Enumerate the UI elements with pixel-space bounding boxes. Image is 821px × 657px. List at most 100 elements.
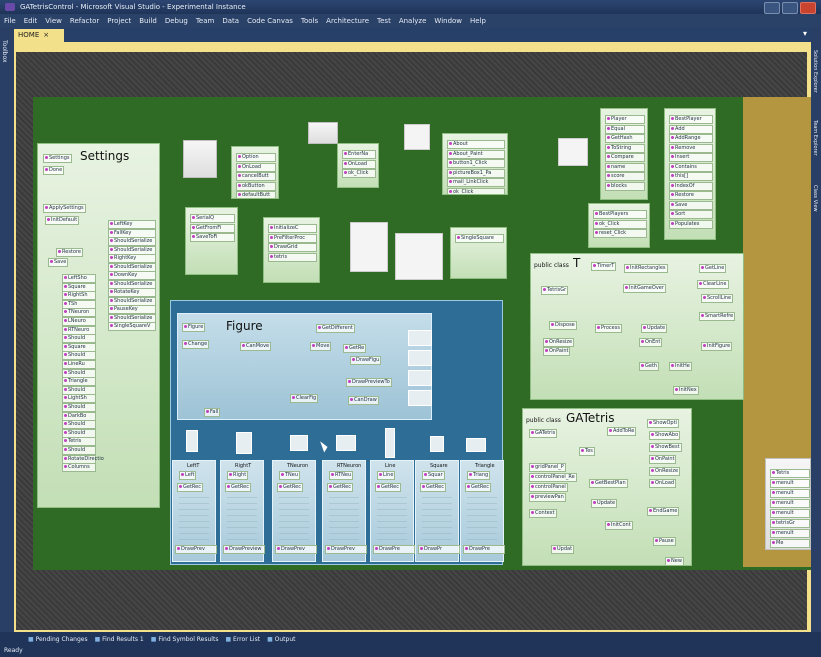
class-box-small[interactable]	[308, 122, 338, 144]
member-item[interactable]: SerialQ	[190, 214, 235, 223]
member-item[interactable]: Save	[48, 258, 69, 267]
member-item[interactable]: GetRec	[225, 483, 251, 492]
sub-figure-class-box[interactable]: RightT Right GetRec DrawPreview	[220, 460, 265, 562]
member-item[interactable]: ToString	[605, 143, 645, 153]
member-item[interactable]: name	[605, 162, 645, 172]
member-item[interactable]: OnLoad	[342, 159, 376, 169]
figure-mini-box[interactable]	[236, 432, 252, 454]
member-item[interactable]: InitFigure	[701, 342, 733, 351]
bottom-tab-output[interactable]: Output	[267, 636, 295, 643]
tab-dropdown-icon[interactable]: ▾	[803, 29, 807, 38]
member-item[interactable]: Triang	[467, 471, 491, 480]
member-item[interactable]: Compare	[605, 153, 645, 162]
member-item[interactable]: InitDefault	[45, 216, 80, 225]
member-item[interactable]: DrawPreview	[223, 545, 265, 554]
figure-mini-box[interactable]	[430, 436, 444, 452]
member-item[interactable]: previewPan	[529, 493, 566, 502]
member-item[interactable]: Tes	[579, 447, 595, 456]
member-item[interactable]: Add	[669, 124, 713, 134]
member-item[interactable]: Update	[641, 324, 668, 333]
member-item[interactable]: ok_Click	[342, 169, 376, 178]
solution-explorer-tab[interactable]: Solution Explorer	[812, 50, 818, 93]
member-item[interactable]: reset_Click	[593, 229, 647, 238]
member-item[interactable]: defaultButt	[236, 191, 276, 198]
menu-item-team[interactable]: Team	[196, 14, 215, 28]
member-item[interactable]: OnPaint	[649, 455, 677, 464]
member-item[interactable]: Figure	[182, 323, 206, 332]
member-item[interactable]: Pause	[653, 537, 676, 546]
member-item[interactable]: CanDraw	[348, 396, 379, 405]
member-item[interactable]: cancelButt	[236, 172, 276, 181]
menu-item-file[interactable]: File	[4, 14, 16, 28]
tetris-class-box[interactable]: public class T TimerT InitRectangles GetLi…	[530, 253, 744, 400]
menu-item-tools[interactable]: Tools	[301, 14, 318, 28]
bottom-tab-find-results-1[interactable]: Find Results 1	[95, 636, 144, 643]
member-item[interactable]: New	[665, 557, 684, 565]
close-button[interactable]	[800, 2, 816, 14]
member-item[interactable]: TetrisGr	[541, 286, 569, 295]
member-item[interactable]: ShowBest	[649, 443, 682, 452]
member-item[interactable]: SingleSquare	[455, 234, 504, 243]
member-item[interactable]: InitRectangles	[624, 264, 668, 273]
member-item[interactable]: Dispose	[549, 321, 577, 330]
member-item[interactable]: Squar	[422, 471, 445, 480]
member-item[interactable]: Context	[529, 509, 557, 518]
sub-figure-class-box[interactable]: Triangle Triang GetRec DrawPre	[460, 460, 505, 562]
member-item[interactable]: AddRange	[669, 134, 713, 143]
member-item[interactable]: GetBestPlan	[589, 479, 628, 488]
member-item[interactable]: EndGame	[647, 507, 680, 516]
member-item[interactable]: InitializeC	[268, 224, 317, 233]
member-item[interactable]: PreFilterProc	[268, 233, 317, 243]
member-item[interactable]: Fall	[204, 408, 221, 417]
member-item[interactable]: Columns	[62, 463, 96, 473]
player-class-box[interactable]: Player Equal GetHash ToString Compare name sco…	[600, 108, 648, 200]
member-item[interactable]: AddToRe	[607, 427, 637, 436]
member-item[interactable]: Tetris	[770, 469, 810, 478]
member-item[interactable]: menuIt	[770, 489, 810, 498]
bottom-tab-pending-changes[interactable]: Pending Changes	[28, 636, 88, 643]
menu-item-architecture[interactable]: Architecture	[326, 14, 369, 28]
member-item[interactable]: menuIt	[770, 509, 810, 518]
toolbox-tab[interactable]: Toolbox	[1, 40, 8, 63]
member-item[interactable]: RTNeu	[329, 471, 354, 480]
member-item[interactable]: Populates	[669, 219, 713, 229]
member-item[interactable]: ClearFig	[290, 394, 319, 403]
member-item[interactable]: GetDifferent	[316, 324, 355, 333]
menu-item-view[interactable]: View	[45, 14, 62, 28]
member-item[interactable]: InitCont	[605, 521, 633, 530]
member-item[interactable]: menuIt	[770, 479, 810, 488]
member-item[interactable]: DrawPrev	[175, 545, 217, 554]
member-item[interactable]: GetRec	[277, 483, 303, 492]
single-square-class-box[interactable]: SingleSquare	[450, 227, 507, 279]
member-item[interactable]: InitNex	[673, 386, 699, 395]
member-item[interactable]: Option	[236, 153, 276, 162]
member-item[interactable]: GetRe	[343, 344, 367, 353]
member-item[interactable]: OnLoad	[236, 162, 276, 172]
menu-item-project[interactable]: Project	[107, 14, 131, 28]
member-item[interactable]: pictureBox1_Pa	[447, 168, 505, 178]
menu-item-help[interactable]: Help	[470, 14, 486, 28]
menu-item-data[interactable]: Data	[222, 14, 239, 28]
menu-item-refactor[interactable]: Refactor	[70, 14, 99, 28]
member-item[interactable]: ClearLine	[697, 280, 729, 289]
figure-class-box[interactable]: Figure Figure Change CanMove Move GetDiffere…	[177, 313, 432, 420]
member-item[interactable]: Equal	[605, 124, 645, 134]
member-item[interactable]: ShowAbo	[649, 431, 681, 440]
member-item[interactable]: OnPaint	[543, 347, 571, 356]
options-class-box[interactable]: Option OnLoad cancelButt okButton defaultBut…	[231, 146, 279, 199]
member-item[interactable]: GetRec	[177, 483, 203, 492]
member-item[interactable]: SaveToFi	[190, 233, 235, 242]
member-item[interactable]: Remove	[669, 143, 713, 153]
menu-item-test[interactable]: Test	[377, 14, 391, 28]
minimize-button[interactable]	[764, 2, 780, 14]
member-item[interactable]: OnResize	[649, 467, 681, 476]
member-item[interactable]: ok_Click	[447, 187, 505, 194]
member-item[interactable]: Restore	[669, 191, 713, 200]
class-box-small[interactable]	[558, 138, 588, 166]
menu-item-analyze[interactable]: Analyze	[399, 14, 427, 28]
member-item[interactable]: Right	[227, 471, 249, 480]
sub-figure-class-box[interactable]: LeftT Left GetRec DrawPrev	[172, 460, 217, 562]
class-box-small[interactable]	[404, 124, 430, 150]
tetris-menu-class-box[interactable]: Tetris menuIt menuIt menuIt menuIt tetrisGr me…	[765, 458, 811, 550]
member-item[interactable]: CanMove	[240, 342, 272, 351]
